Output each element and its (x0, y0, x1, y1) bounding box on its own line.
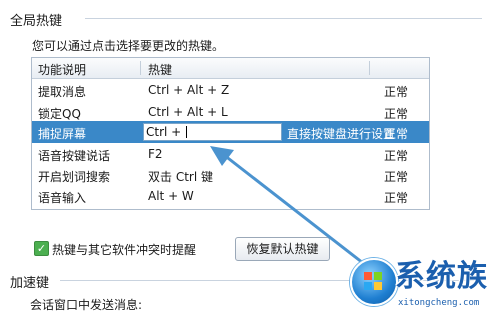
section-title-accelerator: 加速键 (10, 272, 56, 291)
column-divider[interactable] (369, 61, 370, 75)
status-cell: 正常 (384, 149, 409, 163)
watermark-url: xitongcheng.com (398, 298, 480, 308)
column-header-function[interactable]: 功能说明 (38, 61, 86, 78)
status-cell: 正常 (384, 127, 409, 141)
hotkey-input-value: Ctrl + (146, 125, 182, 139)
table-row-selected[interactable]: 捕捉屏幕 Ctrl + 直接按键盘进行设置 正常 (32, 121, 429, 143)
windows-logo-icon (350, 258, 398, 306)
status-cell: 正常 (384, 107, 409, 121)
function-cell: 提取消息 (38, 85, 87, 99)
hotkey-table: 功能说明 热键 提取消息 Ctrl + Alt + Z 正常 锁定QQ Ctrl… (31, 57, 430, 210)
status-cell: 正常 (384, 170, 409, 184)
section-divider (85, 18, 482, 19)
function-cell: 锁定QQ (38, 107, 81, 121)
table-row[interactable]: 语音输入 Alt + W 正常 (32, 185, 429, 207)
hotkey-input[interactable]: Ctrl + (143, 123, 282, 141)
status-cell: 正常 (384, 191, 409, 205)
function-cell: 语音按键说话 (38, 149, 111, 163)
conflict-alert-checkbox[interactable]: ✓ (34, 241, 49, 256)
hotkey-cell: 双击 Ctrl 键 (148, 170, 213, 184)
table-row[interactable]: 语音按键说话 F2 正常 (32, 143, 429, 165)
column-header-hotkey[interactable]: 热键 (148, 61, 172, 78)
hotkey-hint: 直接按键盘进行设置 (287, 127, 396, 141)
section-title-global-hotkeys: 全局热键 (10, 10, 69, 29)
hotkey-cell: F2 (148, 147, 163, 161)
instruction-text: 您可以通过点击选择要更改的热键。 (32, 39, 225, 53)
status-cell: 正常 (384, 85, 409, 99)
text-caret (186, 126, 187, 138)
function-cell: 开启划词搜索 (38, 170, 111, 184)
hotkey-cell: Alt + W (148, 189, 194, 203)
table-row[interactable]: 提取消息 Ctrl + Alt + Z 正常 (32, 79, 429, 101)
table-row[interactable]: 锁定QQ Ctrl + Alt + L 正常 (32, 101, 429, 123)
column-divider[interactable] (140, 61, 141, 75)
function-cell: 语音输入 (38, 191, 87, 205)
table-row[interactable]: 开启划词搜索 双击 Ctrl 键 正常 (32, 164, 429, 186)
hotkey-cell: Ctrl + Alt + Z (148, 83, 230, 97)
table-header: 功能说明 热键 (32, 58, 429, 79)
conflict-alert-label[interactable]: 热键与其它软件冲突时提醒 (52, 241, 196, 258)
function-cell: 捕捉屏幕 (38, 127, 87, 141)
restore-default-hotkeys-button[interactable]: 恢复默认热键 (235, 237, 330, 261)
hotkey-cell: Ctrl + Alt + L (148, 105, 228, 119)
send-message-label: 会话窗口中发送消息: (30, 298, 143, 312)
site-watermark: 系统族 xitongcheng.com (346, 256, 492, 315)
watermark-title: 系统族 (395, 259, 488, 294)
